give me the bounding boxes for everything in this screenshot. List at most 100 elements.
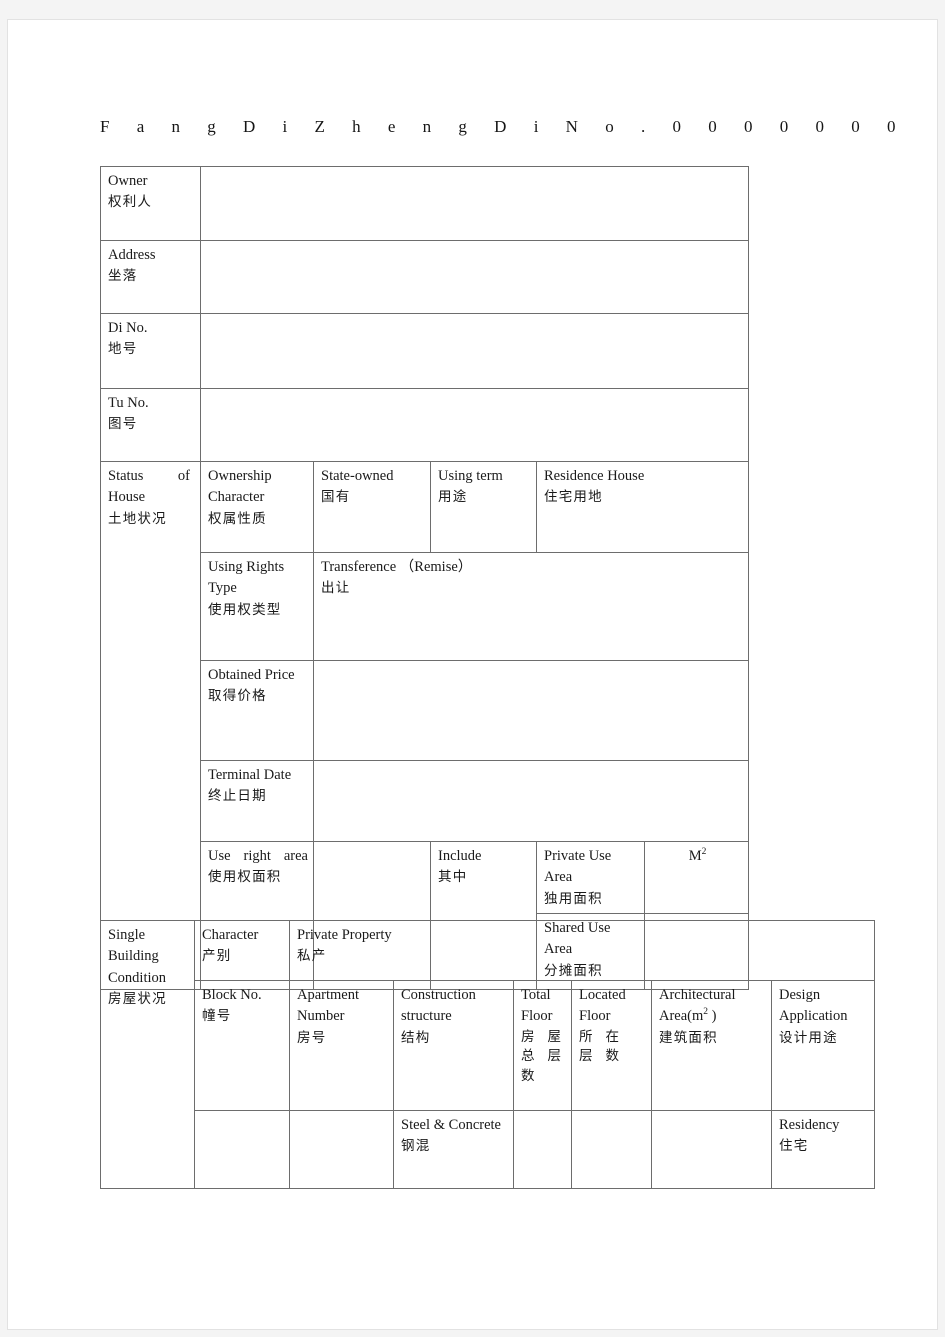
column-header-design-application-en: Design Application	[779, 987, 848, 1025]
column-header-construction-structure: Construction structure 结构	[393, 980, 514, 1111]
label-using-term: Using term 用途	[430, 461, 537, 553]
label-include-en: Include	[438, 848, 482, 864]
value-ownership-character[interactable]: State-owned 国有	[313, 461, 431, 553]
column-header-total-floor-cn: 房屋总层数	[521, 1028, 561, 1085]
table-row-ownership-character: Status of House 土地状况 Ownership Character…	[100, 461, 750, 990]
label-terminal-date: Terminal Date 终止日期	[200, 760, 314, 842]
section-label-status-of-house-cn: 土地状况	[108, 510, 167, 527]
column-header-block-no-cn: 幢号	[202, 1008, 232, 1025]
label-character: Character 产别	[194, 920, 290, 981]
value-located-floor[interactable]	[571, 1110, 652, 1189]
document-page: F a n g D i Z h e n g D i N o . 0 0 0 0 …	[7, 19, 938, 1330]
value-block-no[interactable]	[194, 1110, 290, 1189]
label-address-en: Address	[108, 247, 156, 263]
label-obtained-price-cn: 取得价格	[208, 688, 267, 705]
section-label-single-building-condition-en: Single Building Condition	[108, 927, 167, 986]
value-construction-structure-cn: 钢混	[401, 1138, 431, 1155]
label-ownership-character-en: Ownership Character	[208, 468, 272, 506]
column-header-apartment-number-cn: 房号	[297, 1029, 327, 1046]
label-ownership-character: Ownership Character 权属性质	[200, 461, 314, 553]
value-architectural-area[interactable]	[651, 1110, 772, 1189]
section-label-status-of-house-en: Status of House	[108, 468, 190, 506]
value-using-term[interactable]: Residence House 住宅用地	[535, 461, 750, 553]
column-header-total-floor: Total Floor 房屋总层数	[513, 980, 572, 1111]
label-private-use-area-en: Private Use Area	[544, 848, 612, 886]
label-obtained-price-en: Obtained Price	[208, 667, 295, 683]
building-condition-table: Single Building Condition 房屋状况 Character…	[100, 920, 876, 1189]
column-header-located-floor: Located Floor 所在层数	[571, 980, 652, 1111]
label-character-en: Character	[202, 927, 259, 943]
value-owner[interactable]	[199, 166, 750, 241]
label-terminal-date-cn: 终止日期	[208, 788, 267, 805]
label-di-no: Di No. 地号	[100, 313, 201, 389]
table-row-owner: Owner 权利人	[100, 166, 750, 241]
column-header-located-floor-en: Located Floor	[579, 987, 626, 1025]
label-using-term-cn: 用途	[438, 489, 468, 506]
value-di-no[interactable]	[199, 313, 750, 389]
value-using-rights-type[interactable]: Transference （Remise） 出让	[312, 552, 750, 661]
column-header-located-floor-cn: 所在层数	[579, 1028, 619, 1065]
value-construction-structure[interactable]: Steel & Concrete 钢混	[393, 1110, 514, 1189]
label-private-use-area: Private Use Area 独用面积	[536, 841, 645, 914]
section-label-single-building-condition: Single Building Condition 房屋状况	[100, 920, 195, 1189]
value-apartment-number[interactable]	[289, 1110, 394, 1189]
value-character-en: Private Property	[297, 927, 392, 943]
column-header-design-application-cn: 设计用途	[779, 1029, 838, 1046]
label-use-right-area-cn: 使用权面积	[208, 869, 282, 886]
value-address[interactable]	[199, 240, 750, 314]
column-header-architectural-area-cn: 建筑面积	[659, 1029, 718, 1046]
label-address-cn: 坐落	[108, 268, 138, 285]
column-header-architectural-area-en: Architectural Area(m2 )	[659, 987, 736, 1025]
value-private-use-area-unit: M2	[688, 847, 707, 864]
label-owner-cn: 权利人	[108, 194, 153, 211]
column-header-construction-structure-en: Construction structure	[401, 987, 476, 1025]
label-tu-no-en: Tu No.	[108, 395, 149, 411]
table-row-character: Single Building Condition 房屋状况 Character…	[100, 920, 876, 1189]
label-using-term-en: Using term	[438, 468, 503, 484]
table-row-tu-no: Tu No. 图号	[100, 388, 750, 462]
value-tu-no[interactable]	[199, 388, 750, 462]
label-tu-no: Tu No. 图号	[100, 388, 201, 462]
label-using-rights-type-en: Using Rights Type	[208, 559, 285, 597]
label-use-right-area-en: Use right area	[208, 848, 308, 864]
label-di-no-cn: 地号	[108, 341, 138, 358]
table-row-di-no: Di No. 地号	[100, 313, 750, 389]
column-header-total-floor-en: Total Floor	[521, 987, 553, 1025]
value-using-term-cn: 住宅用地	[544, 489, 603, 506]
column-header-block-no-en: Block No.	[202, 987, 262, 1003]
label-character-cn: 产别	[202, 948, 232, 965]
value-design-application[interactable]: Residency 住宅	[770, 1110, 876, 1189]
column-header-design-application: Design Application 设计用途	[770, 980, 876, 1111]
value-design-application-en: Residency	[779, 1117, 840, 1133]
value-private-use-area[interactable]: M2	[643, 841, 750, 914]
label-owner-en: Owner	[108, 173, 148, 189]
value-using-rights-type-cn: 出让	[321, 580, 351, 597]
label-di-no-en: Di No.	[108, 320, 148, 336]
value-obtained-price[interactable]	[312, 660, 750, 761]
column-header-apartment-number-en: Apartment Number	[297, 987, 360, 1025]
value-terminal-date[interactable]	[312, 760, 750, 842]
page-title: F a n g D i Z h e n g D i N o . 0 0 0 0 …	[100, 117, 907, 136]
value-design-application-cn: 住宅	[779, 1138, 809, 1155]
label-obtained-price: Obtained Price 取得价格	[200, 660, 314, 761]
value-character-cn: 私产	[297, 948, 327, 965]
column-header-block-no: Block No. 幢号	[194, 980, 290, 1111]
column-header-construction-structure-cn: 结构	[401, 1029, 431, 1046]
value-using-rights-type-en: Transference （Remise）	[321, 559, 473, 575]
table-header-row: Block No. 幢号 Apartment Number 房号 Constru…	[101, 980, 876, 1111]
label-terminal-date-en: Terminal Date	[208, 767, 292, 783]
table-row-address: Address 坐落	[100, 240, 750, 314]
section-label-status-of-house: Status of House 土地状况	[100, 461, 201, 990]
land-status-table: Owner 权利人 Address 坐落 Di No. 地号 Tu No. 图号	[100, 166, 750, 990]
value-total-floor[interactable]	[513, 1110, 572, 1189]
value-ownership-character-cn: 国有	[321, 489, 351, 506]
label-private-use-area-cn: 独用面积	[544, 890, 603, 907]
value-ownership-character-en: State-owned	[321, 468, 394, 484]
value-character[interactable]: Private Property 私产	[288, 920, 876, 981]
label-ownership-character-cn: 权属性质	[208, 510, 267, 527]
value-construction-structure-en: Steel & Concrete	[401, 1117, 501, 1133]
section-label-single-building-condition-cn: 房屋状况	[108, 990, 167, 1007]
label-tu-no-cn: 图号	[108, 416, 138, 433]
column-header-apartment-number: Apartment Number 房号	[289, 980, 394, 1111]
value-using-term-en: Residence House	[544, 468, 645, 484]
